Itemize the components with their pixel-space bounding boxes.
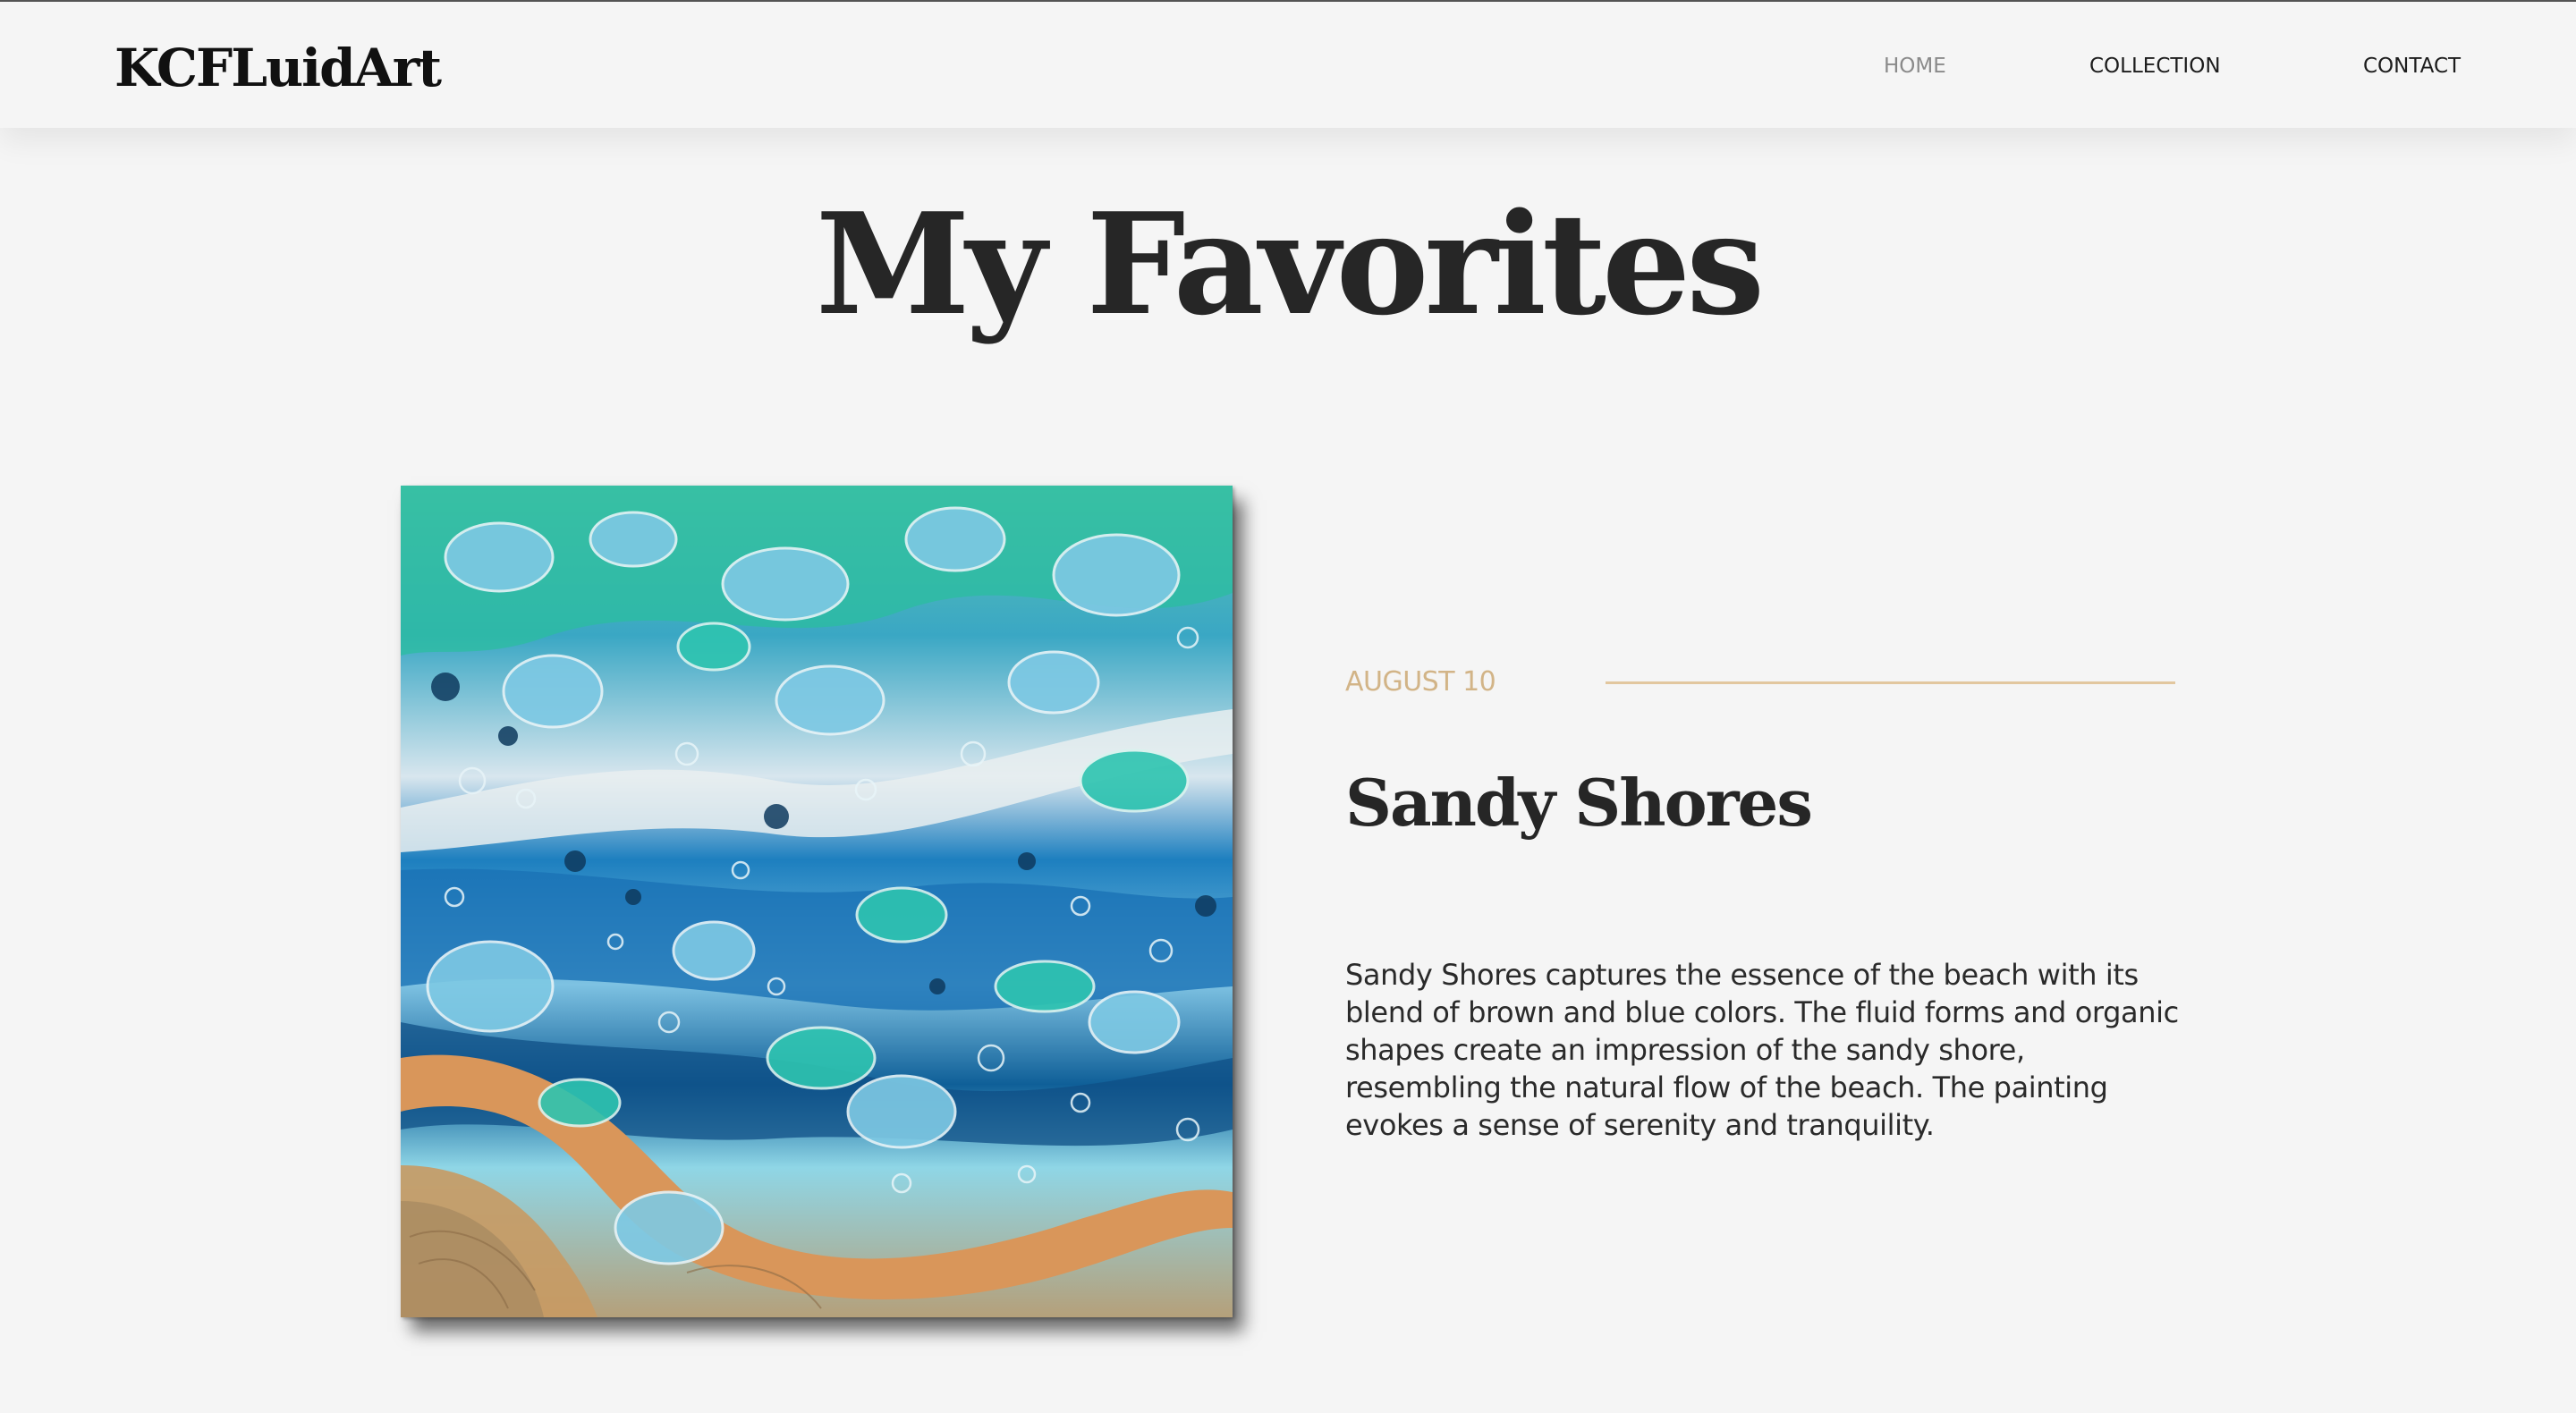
page-title: My Favorites — [815, 182, 1765, 346]
artwork-description: Sandy Shores captures the essence of the… — [1345, 958, 2179, 1142]
nav-contact-link[interactable]: CONTACT — [2363, 50, 2461, 82]
main-nav: HOME COLLECTION CONTACT — [0, 50, 2576, 86]
artwork-title: Sandy Shores — [1345, 765, 1813, 841]
site-header: KCFLuidArt HOME COLLECTION CONTACT — [0, 2, 2576, 128]
date-divider — [1606, 681, 2175, 684]
nav-home-link[interactable]: HOME — [1884, 50, 1946, 82]
nav-collection-link[interactable]: COLLECTION — [2089, 50, 2221, 82]
featured-artwork-image[interactable] — [401, 486, 1233, 1317]
artwork-date: AUGUST 10 — [1345, 666, 1496, 698]
